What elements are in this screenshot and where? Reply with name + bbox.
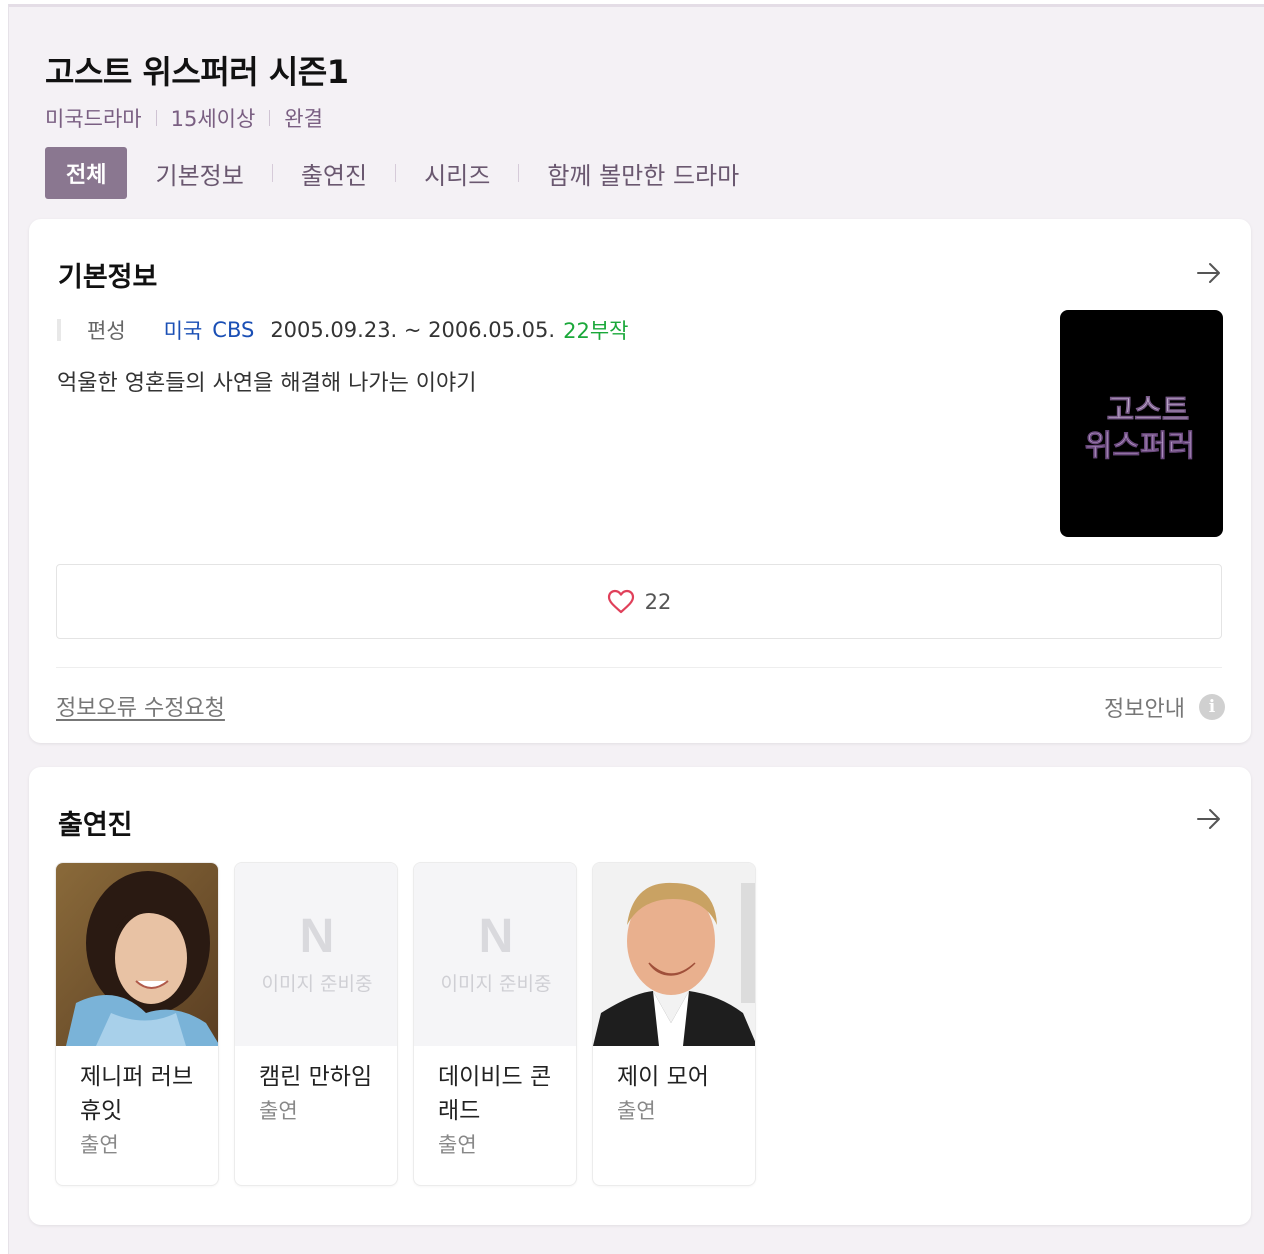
cast-info: 캠린 만하임 출연 (259, 1060, 379, 1128)
broadcast-label: 편성 (87, 319, 126, 343)
poster-image[interactable]: 고스트 위스퍼러 (1060, 310, 1223, 537)
info-guide-label: 정보안내 (1104, 697, 1185, 722)
broadcast-info: 편성 미국 CBS 2005.09.23. ~ 2006.05.05. 22부작 (57, 315, 628, 345)
tab-series[interactable]: 시리즈 (424, 156, 490, 191)
cast-member-card[interactable]: N 이미지 준비중 데이비드 콘래드 출연 (413, 862, 577, 1186)
meta-separator (269, 110, 271, 126)
cast-info: 제이 모어 출연 (617, 1060, 737, 1128)
air-dates: 2005.09.23. ~ 2006.05.05. (270, 318, 556, 342)
cast-role: 출연 (438, 1133, 477, 1157)
report-error-link[interactable]: 정보오류 수정요청 (56, 690, 225, 722)
label-bar (57, 319, 61, 341)
cast-member-card[interactable]: 제니퍼 러브 휴잇 출연 (55, 862, 219, 1186)
meta-rating: 15세이상 (170, 107, 256, 131)
page-background: 고스트 위스퍼러 시즌1 미국드라마 15세이상 완결 전체 기본정보 출연진 … (8, 4, 1264, 1254)
cast-title[interactable]: 출연진 (58, 803, 133, 842)
cast-card-section: 출연진 제니퍼 러브 휴잇 출연 N 이미지 준비중 캠린 만하임 출연 N 이… (29, 767, 1251, 1225)
synopsis: 억울한 영혼들의 사연을 해결해 나가는 이야기 (57, 371, 477, 396)
arrow-right-icon[interactable] (1195, 259, 1223, 287)
cast-name: 제이 모어 (617, 1064, 709, 1090)
placeholder-text: 이미지 준비중 (440, 973, 552, 995)
cast-role: 출연 (617, 1099, 656, 1123)
tab-basic-info[interactable]: 기본정보 (155, 156, 243, 191)
tab-cast[interactable]: 출연진 (301, 156, 367, 191)
tab-all[interactable]: 전체 (45, 147, 128, 199)
network-link[interactable]: CBS (212, 318, 254, 342)
cast-name: 제니퍼 러브 휴잇 (80, 1064, 194, 1124)
info-icon: i (1199, 694, 1225, 720)
naver-logo-icon: N (478, 910, 514, 963)
cast-info: 제니퍼 러브 휴잇 출연 (80, 1060, 200, 1162)
tab-separator (271, 164, 273, 182)
poster-title-line2: 위스퍼러 (1085, 429, 1195, 464)
meta-genre: 미국드라마 (45, 107, 142, 131)
cast-member-card[interactable]: N 이미지 준비중 캠린 만하임 출연 (234, 862, 398, 1186)
meta-info: 미국드라마 15세이상 완결 (45, 103, 323, 133)
episode-count: 22부작 (563, 319, 629, 343)
cast-photo (56, 863, 218, 1046)
tab-bar: 전체 기본정보 출연진 시리즈 함께 볼만한 드라마 (45, 147, 739, 199)
cast-role: 출연 (259, 1099, 298, 1123)
cast-list: 제니퍼 러브 휴잇 출연 N 이미지 준비중 캠린 만하임 출연 N 이미지 준… (55, 862, 771, 1186)
meta-separator (155, 110, 157, 126)
heart-icon (607, 589, 634, 613)
poster-title-line1: 고스트 (1107, 393, 1190, 428)
cast-name: 캠린 만하임 (259, 1064, 373, 1090)
divider (56, 667, 1222, 668)
like-button[interactable]: 22 (56, 564, 1222, 639)
page-title: 고스트 위스퍼러 시즌1 (45, 53, 349, 91)
cast-info: 데이비드 콘래드 출연 (438, 1060, 558, 1162)
like-count: 22 (644, 589, 672, 614)
cast-role: 출연 (80, 1133, 119, 1157)
cast-photo (593, 863, 755, 1046)
tab-recommended[interactable]: 함께 볼만한 드라마 (547, 156, 739, 191)
basic-info-card: 기본정보 편성 미국 CBS 2005.09.23. ~ 2006.05.05.… (29, 219, 1251, 743)
placeholder-text: 이미지 준비중 (261, 973, 373, 995)
cast-name: 데이비드 콘래드 (438, 1064, 552, 1124)
tab-separator (395, 164, 397, 182)
naver-logo-icon: N (299, 910, 335, 963)
meta-status: 완결 (284, 107, 323, 131)
cast-photo-placeholder: N 이미지 준비중 (414, 863, 576, 1046)
info-guide[interactable]: 정보안내 i (1104, 691, 1225, 723)
country-link[interactable]: 미국 (164, 315, 203, 345)
cast-photo-placeholder: N 이미지 준비중 (235, 863, 397, 1046)
basic-info-title[interactable]: 기본정보 (58, 255, 157, 294)
arrow-right-icon[interactable] (1195, 805, 1223, 833)
tab-separator (518, 164, 520, 182)
cast-member-card[interactable]: 제이 모어 출연 (592, 862, 756, 1186)
